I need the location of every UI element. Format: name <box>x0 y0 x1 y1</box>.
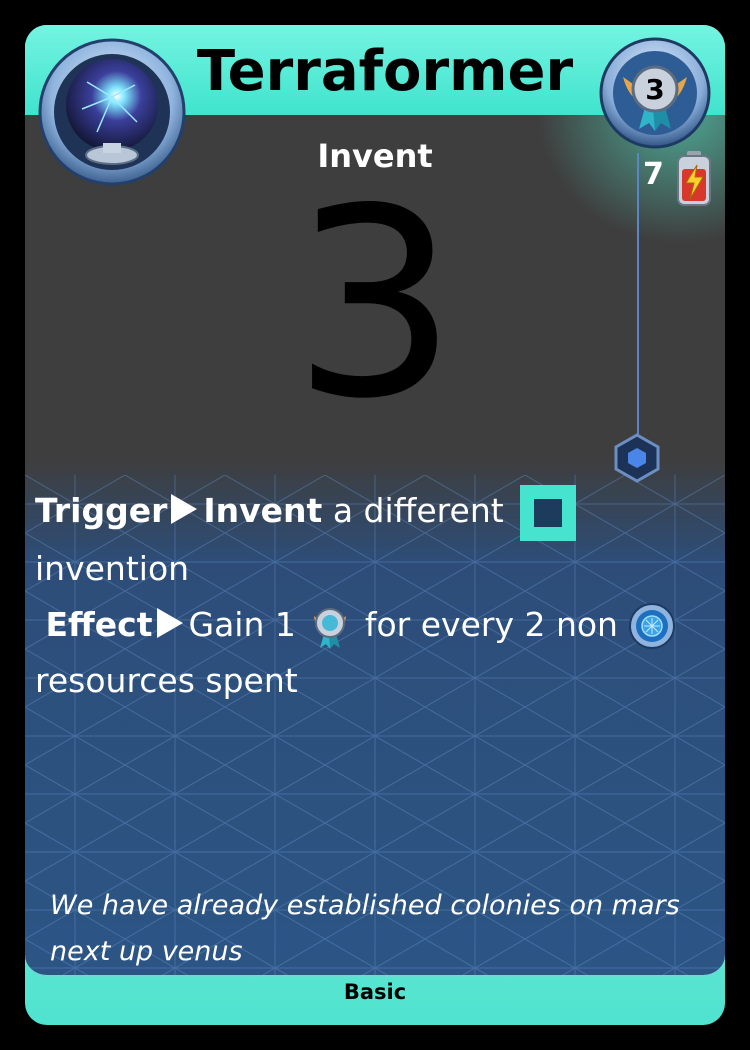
arrow-right-icon <box>171 494 198 524</box>
arrow-right-icon <box>156 607 183 638</box>
trigger-line-2: invention <box>35 548 190 588</box>
effect-text: Gain 1 <box>188 604 296 644</box>
level-badge-value: 3 <box>645 73 664 106</box>
effect-label: Effect <box>45 604 153 644</box>
game-card[interactable]: Terraformer Invent 3 3 7 Trigger Invent … <box>25 25 725 1025</box>
flavor-text: We have already established colonies on … <box>50 890 680 967</box>
trigger-label: Trigger <box>35 491 168 530</box>
card-value: 3 <box>292 154 458 456</box>
trigger-text: a different <box>332 491 504 530</box>
square-invention-icon <box>520 484 577 541</box>
blue-resource-icon <box>629 603 676 649</box>
hexagon-node-icon <box>614 433 660 483</box>
rules-text: Trigger Invent a different invention Effe… <box>35 483 715 709</box>
trigger-keyword: Invent <box>203 491 323 530</box>
level-badge-icon: 3 <box>599 37 711 149</box>
energy-cost-value: 7 <box>643 157 664 192</box>
battery-icon <box>677 151 711 206</box>
rarity-label: Basic <box>343 980 407 1004</box>
card-title: Terraformer <box>196 39 574 104</box>
effect-text-2: for every 2 non <box>364 604 618 644</box>
connector-line <box>637 153 639 443</box>
medal-icon <box>314 608 347 649</box>
trigger-line: Trigger Invent a different <box>35 483 715 541</box>
effect-line: Effect Gain 1 for every 2 non <box>35 597 715 653</box>
effect-line-2: resources spent <box>35 660 298 700</box>
plasma-orb-icon <box>38 38 186 186</box>
